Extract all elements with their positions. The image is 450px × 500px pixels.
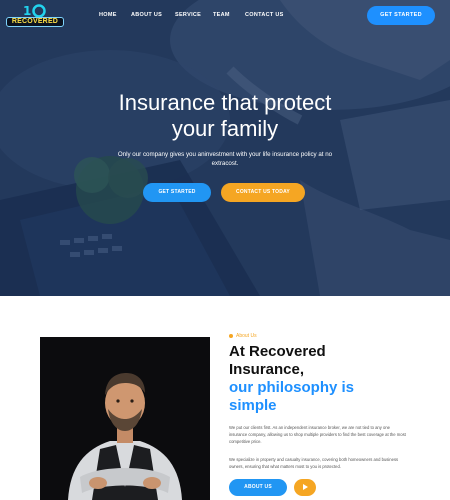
hero-get-started-button[interactable]: GET STARTED [143,183,211,202]
nav-get-started-button[interactable]: GET STARTED [367,6,435,25]
hero-overlay [0,0,450,296]
hero-title-line2: your family [171,116,279,141]
about-tag: About Us [229,333,257,339]
agent-portrait-image [40,337,210,500]
nav-home[interactable]: HOME [99,12,117,18]
tag-dot-icon [229,333,233,338]
about-heading-highlight1: our philosophy is [229,379,355,396]
about-paragraph-1: We put our clients first. As an independ… [229,425,406,444]
nav-contact-us[interactable]: CONTACT US [245,12,284,18]
about-tag-label: About Us [236,333,257,339]
nav-about-us[interactable]: ABOUT US [131,12,162,18]
about-heading-highlight2: simple [229,397,277,414]
brand-logo[interactable]: 1 RECOVERED [6,3,64,29]
about-heading-line1: At Recovered [229,343,326,360]
agent-portrait [40,337,210,500]
logo-mark-icon: 1 [23,4,46,18]
nav-service[interactable]: SERVICE [175,12,201,18]
about-us-button[interactable]: ABOUT US [229,479,287,496]
top-nav: 1 RECOVERED HOME ABOUT US SERVICE TEAM C… [0,0,450,32]
hero-title-line1: Insurance that protect [118,90,332,115]
nav-team[interactable]: TEAM [213,12,230,18]
svg-text:1: 1 [23,4,31,18]
play-icon [303,484,308,490]
about-heading-line2: Insurance, [229,361,305,378]
about-heading: At Recovered Insurance, our philosophy i… [229,343,429,415]
hero-contact-us-button[interactable]: CONTACT US TODAY [221,183,305,202]
about-paragraph-2: We specialize in property and casualty i… [229,457,399,469]
logo-text: RECOVERED [6,17,64,27]
hero-title: Insurance that protect your family [0,90,450,142]
play-video-button[interactable] [294,479,316,496]
hero-subtitle: Only our company gives you aninvestment … [117,151,333,167]
hero-section: 1 RECOVERED HOME ABOUT US SERVICE TEAM C… [0,0,450,296]
